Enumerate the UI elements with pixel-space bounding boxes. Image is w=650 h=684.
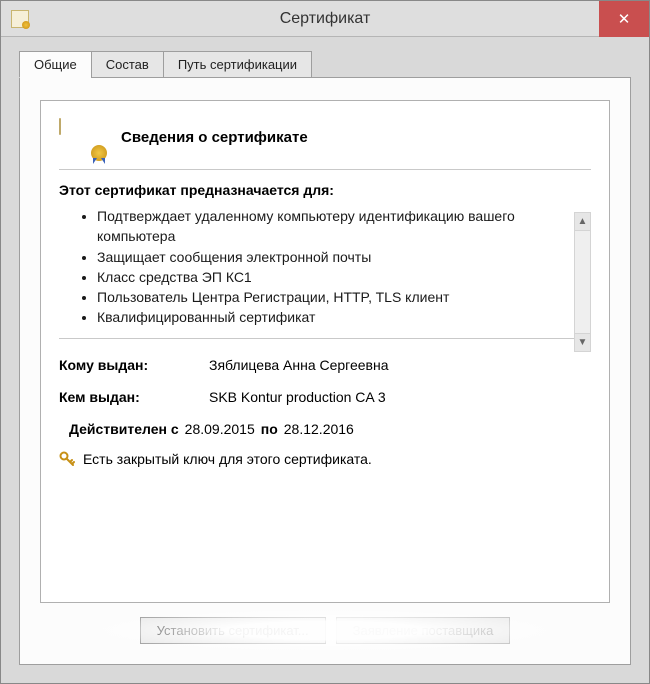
close-button[interactable]: ✕ bbox=[599, 1, 649, 37]
certificate-fields: Кому выдан: Зяблицева Анна Сергеевна Кем… bbox=[59, 357, 591, 467]
certificate-window: Сертификат ✕ Общие Состав Путь сертифика… bbox=[0, 0, 650, 684]
purpose-item: Пользователь Центра Регистрации, HTTP, T… bbox=[97, 287, 571, 307]
purpose-list: Подтверждает удаленному компьютеру идент… bbox=[59, 206, 571, 328]
issued-to-value: Зяблицева Анна Сергеевна bbox=[209, 357, 591, 373]
chevron-down-icon: ▼ bbox=[578, 337, 588, 348]
action-buttons: Установить сертификат... Заявление поста… bbox=[40, 617, 610, 644]
scroll-up-button[interactable]: ▲ bbox=[575, 213, 590, 231]
issued-by-value: SKB Kontur production CA 3 bbox=[209, 389, 591, 405]
key-icon bbox=[59, 451, 75, 467]
tab-certpath[interactable]: Путь сертификации bbox=[163, 51, 312, 78]
valid-middle: по bbox=[261, 421, 278, 437]
private-key-text: Есть закрытый ключ для этого сертификата… bbox=[83, 451, 372, 467]
divider bbox=[59, 169, 591, 170]
tab-strip: Общие Состав Путь сертификации bbox=[19, 51, 631, 78]
purpose-section: Этот сертификат предназначается для: Под… bbox=[59, 182, 591, 328]
divider bbox=[59, 338, 591, 339]
issued-by-row: Кем выдан: SKB Kontur production CA 3 bbox=[59, 389, 591, 405]
titlebar: Сертификат ✕ bbox=[1, 1, 649, 37]
private-key-message: Есть закрытый ключ для этого сертификата… bbox=[59, 451, 591, 467]
purpose-item: Подтверждает удаленному компьютеру идент… bbox=[97, 206, 571, 247]
scrollbar[interactable]: ▲ ▼ bbox=[574, 212, 591, 352]
certificate-icon bbox=[59, 119, 105, 155]
panel-header: Сведения о сертификате bbox=[59, 119, 591, 169]
issued-by-label: Кем выдан: bbox=[59, 389, 209, 405]
valid-prefix: Действителен с bbox=[69, 421, 179, 437]
valid-to: 28.12.2016 bbox=[284, 421, 354, 437]
window-title: Сертификат bbox=[280, 10, 371, 28]
tab-details[interactable]: Состав bbox=[91, 51, 164, 78]
tab-general[interactable]: Общие bbox=[19, 51, 92, 78]
tab-panel-general: Сведения о сертификате Этот сертификат п… bbox=[19, 77, 631, 665]
purpose-item: Класс средства ЭП КС1 bbox=[97, 267, 571, 287]
certificate-titlebar-icon bbox=[11, 10, 29, 28]
install-certificate-button[interactable]: Установить сертификат... bbox=[140, 617, 326, 644]
validity-row: Действителен с 28.09.2015 по 28.12.2016 bbox=[69, 421, 591, 437]
purpose-item: Квалифицированный сертификат bbox=[97, 307, 571, 327]
certificate-info-panel: Сведения о сертификате Этот сертификат п… bbox=[40, 100, 610, 603]
purpose-item: Защищает сообщения электронной почты bbox=[97, 247, 571, 267]
valid-from: 28.09.2015 bbox=[185, 421, 255, 437]
issued-to-label: Кому выдан: bbox=[59, 357, 209, 373]
close-icon: ✕ bbox=[618, 10, 631, 28]
scroll-down-button[interactable]: ▼ bbox=[575, 333, 590, 351]
issuer-statement-button: Заявление поставщика bbox=[336, 617, 511, 644]
client-area: Общие Состав Путь сертификации Сведения … bbox=[1, 37, 649, 683]
purpose-title: Этот сертификат предназначается для: bbox=[59, 182, 571, 198]
panel-title: Сведения о сертификате bbox=[121, 129, 308, 146]
issued-to-row: Кому выдан: Зяблицева Анна Сергеевна bbox=[59, 357, 591, 373]
chevron-up-icon: ▲ bbox=[578, 216, 588, 227]
